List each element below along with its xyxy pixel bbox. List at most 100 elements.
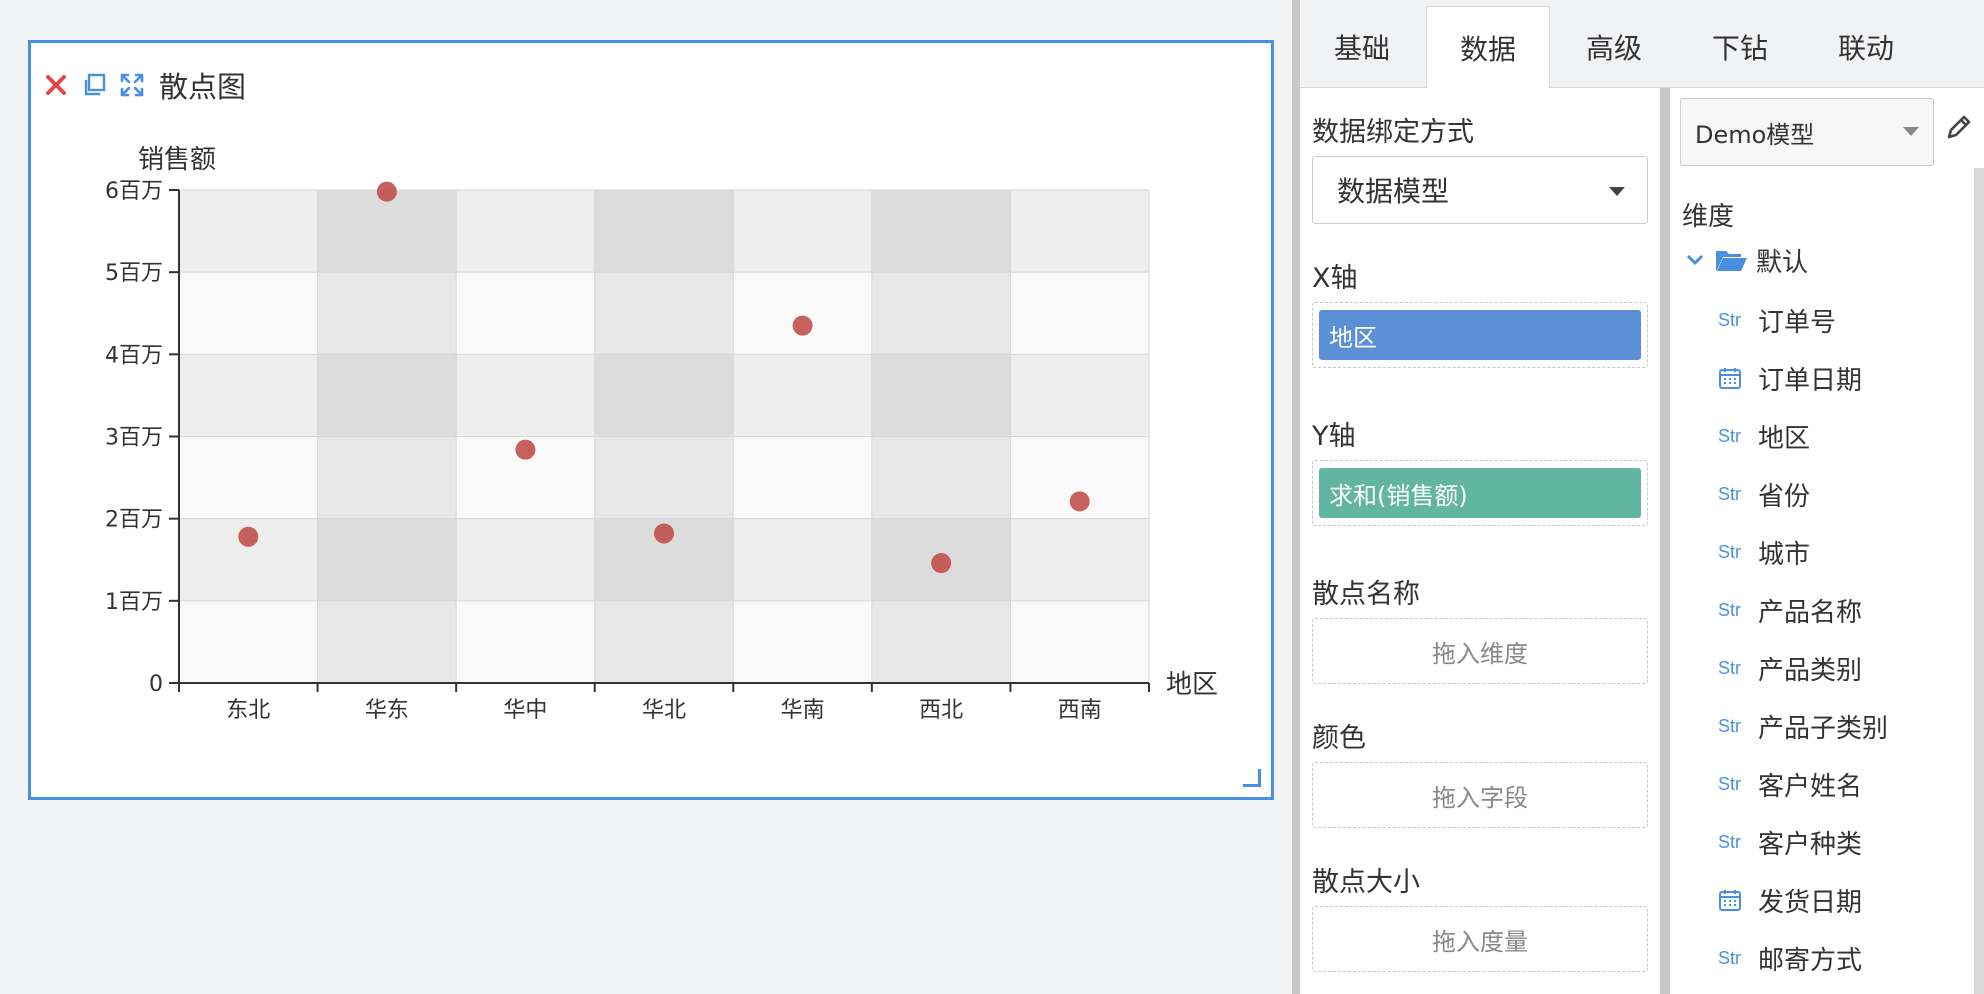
x-axis-dropzone[interactable]: 地区 <box>1312 302 1648 368</box>
y-axis-dropzone[interactable]: 求和(销售额) <box>1312 460 1648 526</box>
binding-settings: 数据绑定方式 数据模型 X轴 地区 Y轴 求和(销售额) 散点名称 拖入维度 颜… <box>1300 88 1660 994</box>
category-band <box>733 190 872 273</box>
column-splitter[interactable] <box>1660 88 1670 994</box>
field-item[interactable]: 订单日期 <box>1718 358 1862 398</box>
field-name: 产品类别 <box>1758 655 1863 686</box>
model-select[interactable]: Demo模型 <box>1680 98 1934 166</box>
category-band <box>1010 272 1149 355</box>
chevron-down-icon <box>1903 127 1919 136</box>
tab-basic[interactable]: 基础 <box>1300 6 1424 88</box>
category-band <box>456 272 595 355</box>
resize-handle[interactable] <box>1243 769 1261 787</box>
field-item[interactable]: Str 客户姓名 <box>1718 764 1862 804</box>
field-name: 订单号 <box>1758 307 1837 338</box>
field-item[interactable]: Str 订单号 <box>1718 300 1836 340</box>
scatter-chart: 0 1百万 2百万 3百万 4百万 5百万 6百万 东北 华东 华中 华北 华南 西北 西南 销售额 地… <box>105 145 1218 723</box>
field-name: 地区 <box>1758 423 1811 454</box>
string-type-tag: Str <box>1718 309 1742 330</box>
y-tick-label: 2百万 <box>105 508 163 533</box>
category-band <box>733 354 872 437</box>
string-type-tag: Str <box>1718 715 1742 736</box>
field-item[interactable]: Str 产品名称 <box>1718 590 1862 630</box>
category-band <box>1010 354 1149 437</box>
folder-default[interactable]: 默认 <box>1682 240 1808 280</box>
field-item[interactable]: Str 客户种类 <box>1718 822 1862 862</box>
scatter-point[interactable] <box>238 526 259 547</box>
string-type-tag: Str <box>1718 773 1742 794</box>
category-band <box>456 354 595 437</box>
category-band <box>179 190 318 273</box>
scatter-point[interactable] <box>515 439 536 460</box>
field-item[interactable]: Str 产品类别 <box>1718 648 1862 688</box>
folder-label: 默认 <box>1756 247 1809 278</box>
tab-bar: 基础 数据 高级 下钻 联动 <box>1300 0 1984 89</box>
y-tick-label: 0 <box>149 672 163 697</box>
scatter-chart-widget[interactable]: 散点图 0 1百万 2百万 3百万 4百万 5百万 6百万 东北 华东 华中 华北 华南 西北 西南 销… <box>28 40 1274 800</box>
tab-data[interactable]: 数据 <box>1426 6 1550 89</box>
dimension-label: 维度 <box>1682 202 1735 232</box>
string-type-tag: Str <box>1718 831 1742 852</box>
pencil-icon[interactable] <box>1944 112 1974 142</box>
scatter-point[interactable] <box>376 181 397 202</box>
field-item[interactable]: Str 省份 <box>1718 474 1810 514</box>
field-name: 订单日期 <box>1758 365 1863 396</box>
scatter-point[interactable] <box>792 315 813 336</box>
y-tick-label: 3百万 <box>105 426 163 451</box>
binding-mode-select[interactable]: 数据模型 <box>1312 156 1648 224</box>
category-band <box>179 600 318 683</box>
field-name: 发货日期 <box>1758 887 1863 918</box>
calendar-icon <box>1718 366 1752 390</box>
scatter-point[interactable] <box>654 523 674 544</box>
category-band <box>733 436 872 519</box>
calendar-icon <box>1718 888 1752 912</box>
field-item[interactable]: Str 城市 <box>1718 532 1810 572</box>
model-field-tree: Demo模型 维度 默认 Str 订单号 订单日期 Str 地区 Str 省份 Str 城市 St… <box>1670 88 1984 994</box>
field-item[interactable]: Str 产品子类别 <box>1718 706 1888 746</box>
chevron-down-icon <box>1609 187 1625 196</box>
x-tick-label: 东北 <box>226 698 270 723</box>
field-name: 客户种类 <box>1758 829 1863 860</box>
x-axis-label: X轴 <box>1312 263 1358 294</box>
string-type-tag: Str <box>1718 425 1742 446</box>
tab-drilldown[interactable]: 下钻 <box>1678 6 1802 88</box>
string-type-tag: Str <box>1718 599 1742 620</box>
chevron-down-icon[interactable] <box>1682 247 1708 273</box>
category-band <box>594 190 734 273</box>
string-type-tag: Str <box>1718 657 1742 678</box>
y-axis-field-pill[interactable]: 求和(销售额) <box>1319 468 1641 518</box>
category-band <box>733 600 872 683</box>
y-axis-label: Y轴 <box>1312 421 1356 452</box>
panel-splitter[interactable] <box>1292 0 1300 994</box>
category-band <box>456 190 595 273</box>
y-tick-label: 5百万 <box>105 261 163 286</box>
x-axis-label: 地区 <box>1166 670 1218 700</box>
category-band <box>871 600 1011 683</box>
field-item[interactable]: Str 邮寄方式 <box>1718 938 1862 978</box>
field-item[interactable]: 发货日期 <box>1718 880 1862 920</box>
model-select-value: Demo模型 <box>1695 120 1815 149</box>
x-tick-label: 华东 <box>365 698 409 723</box>
field-name: 城市 <box>1758 539 1811 570</box>
point-size-dropzone[interactable]: 拖入度量 <box>1312 906 1648 972</box>
category-band <box>317 354 457 437</box>
y-axis-label: 销售额 <box>138 145 216 175</box>
point-name-dropzone[interactable]: 拖入维度 <box>1312 618 1648 684</box>
color-dropzone[interactable]: 拖入字段 <box>1312 762 1648 828</box>
x-tick-label: 西南 <box>1058 698 1102 723</box>
scatter-point[interactable] <box>1069 491 1090 512</box>
string-type-tag: Str <box>1718 947 1742 968</box>
field-name: 邮寄方式 <box>1758 945 1863 976</box>
category-band <box>179 272 318 355</box>
x-axis-ticks: 东北 华东 华中 华北 华南 西北 西南 <box>178 683 1150 723</box>
field-item[interactable]: Str 地区 <box>1718 416 1810 456</box>
binding-mode-value: 数据模型 <box>1337 175 1450 208</box>
x-axis-field-pill[interactable]: 地区 <box>1319 310 1641 360</box>
category-band <box>317 518 457 601</box>
tab-advanced[interactable]: 高级 <box>1552 6 1676 88</box>
tab-linkage[interactable]: 联动 <box>1804 6 1928 88</box>
scatter-point[interactable] <box>931 553 952 574</box>
category-band <box>871 272 1011 355</box>
point-size-label: 散点大小 <box>1312 867 1420 898</box>
category-band <box>317 190 457 273</box>
scrollbar[interactable] <box>1974 168 1984 994</box>
